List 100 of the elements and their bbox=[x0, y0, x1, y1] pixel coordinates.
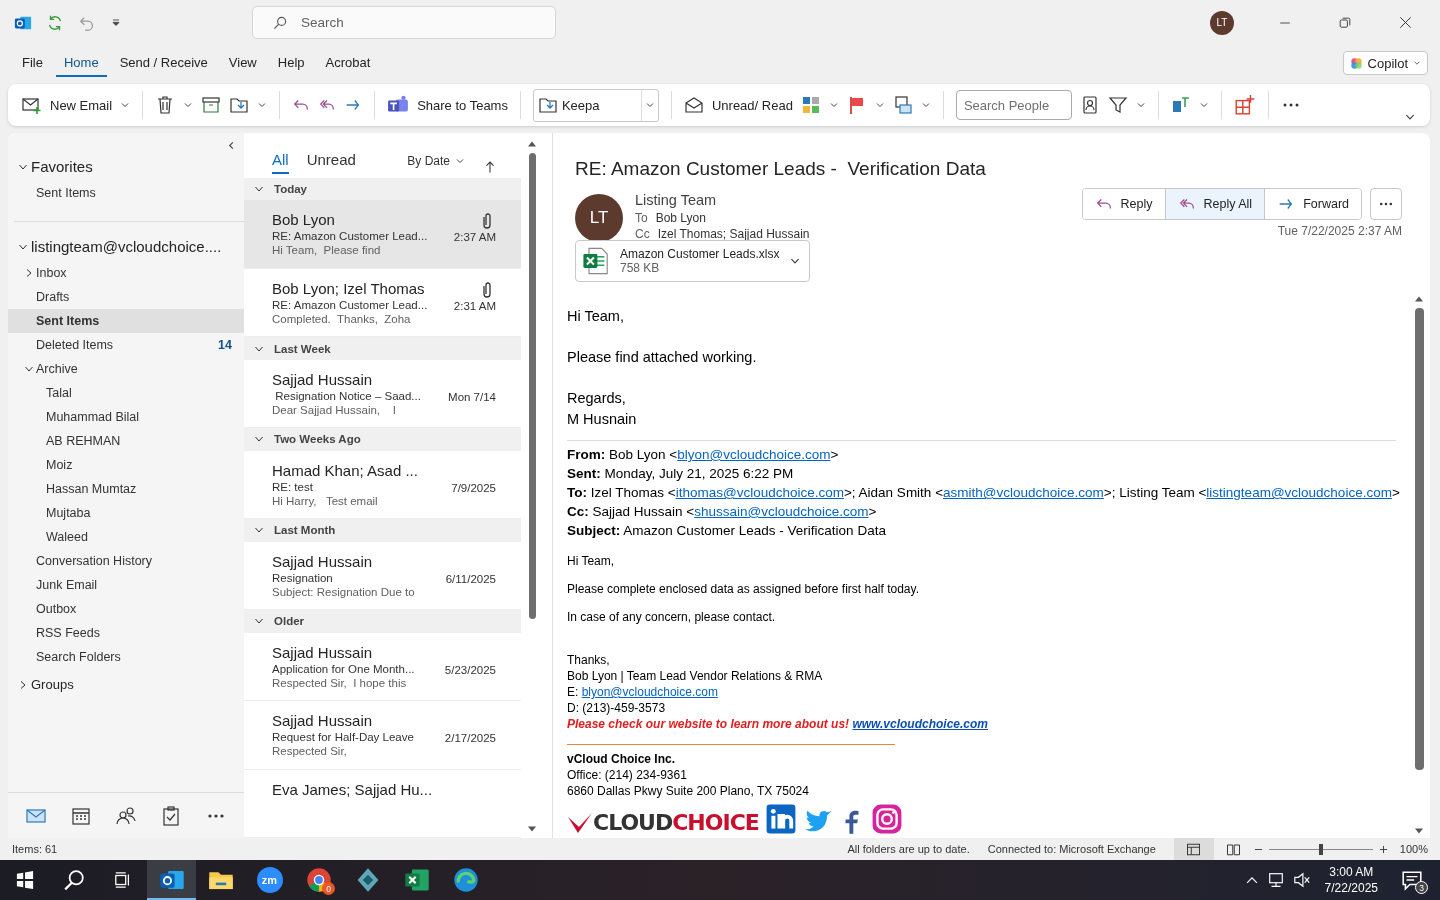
folder-item[interactable]: Search Folders bbox=[8, 645, 244, 669]
zoom-slider-thumb[interactable] bbox=[1318, 843, 1323, 855]
folder-item[interactable]: Deleted Items 14 bbox=[8, 333, 244, 357]
folder-item[interactable]: RSS Feeds bbox=[8, 621, 244, 645]
customize-toolbar-icon[interactable] bbox=[110, 16, 122, 29]
clock-time[interactable]: 3:00 AM bbox=[1324, 864, 1378, 880]
folder-item[interactable]: Waleed bbox=[8, 525, 244, 549]
search-people-field[interactable]: Search People bbox=[955, 90, 1072, 120]
message-item[interactable]: Eva James; Sajjad Hu... bbox=[244, 769, 521, 838]
folder-item[interactable]: Hassan Mumtaz bbox=[8, 477, 244, 501]
unread-read-button[interactable]: Unread/ Read bbox=[683, 95, 793, 115]
message-group-header[interactable]: Last Week bbox=[244, 337, 521, 360]
scroll-up-icon[interactable] bbox=[527, 139, 537, 149]
menu-tab[interactable]: Home bbox=[55, 49, 107, 77]
muted-speaker-icon[interactable] bbox=[1292, 871, 1311, 889]
folder-item[interactable]: Talal bbox=[8, 381, 244, 405]
taskbar-app[interactable]: 0 bbox=[294, 860, 343, 900]
folder-item[interactable]: Sent Items bbox=[8, 181, 244, 205]
message-group-header[interactable]: Two Weeks Ago bbox=[244, 428, 521, 451]
folder-section-header[interactable]: Groups bbox=[8, 669, 244, 698]
message-sender: Bob Lyon bbox=[272, 211, 335, 229]
signature-text: 6860 Dallas Pkwy Suite 200 Plano, TX 75024 bbox=[567, 783, 810, 799]
task-view-icon bbox=[113, 871, 132, 889]
message-group-header[interactable]: Older bbox=[244, 610, 521, 633]
clock-date[interactable]: 7/22/2025 bbox=[1324, 880, 1378, 896]
folder-item[interactable]: Mujtaba bbox=[8, 501, 244, 525]
archive-icon[interactable] bbox=[201, 95, 222, 115]
people-icon[interactable] bbox=[116, 805, 136, 826]
scrollbar-thumb[interactable] bbox=[1414, 308, 1424, 770]
folder-item[interactable]: Sent Items bbox=[8, 309, 244, 333]
reply-button[interactable]: Reply bbox=[1082, 189, 1166, 219]
folder-item[interactable]: Drafts bbox=[8, 285, 244, 309]
user-avatar[interactable]: LT bbox=[1210, 10, 1234, 35]
message-item[interactable]: Bob Lyon RE: Amazon Customer Lead... Hi Team, Please find 2:37 AM bbox=[244, 200, 521, 269]
folder-section-header[interactable]: Favorites bbox=[8, 150, 244, 181]
filter-tab[interactable]: All bbox=[272, 150, 289, 174]
folder-item[interactable]: Inbox bbox=[8, 261, 244, 285]
caret-icon[interactable] bbox=[1413, 59, 1421, 67]
categorize-icon[interactable] bbox=[800, 95, 821, 115]
linkedin-icon[interactable] bbox=[764, 803, 797, 835]
calendar-icon[interactable] bbox=[71, 805, 92, 826]
sort-direction-icon[interactable] bbox=[483, 159, 497, 174]
sort-button[interactable]: By Date bbox=[407, 153, 465, 168]
folder-item[interactable]: Muhammad Bilal bbox=[8, 405, 244, 429]
restore-icon[interactable] bbox=[1339, 16, 1351, 29]
share-to-teams-button[interactable]: Share to Teams bbox=[387, 94, 508, 116]
email-link[interactable]: ithomas@vcloudchoice.com bbox=[675, 485, 844, 500]
taskbar-app[interactable] bbox=[147, 860, 196, 900]
add-apps-icon[interactable] bbox=[1233, 94, 1256, 116]
tasks-icon[interactable] bbox=[160, 805, 181, 826]
email-link[interactable]: asmith@vcloudchoice.com bbox=[943, 485, 1104, 500]
chevron-down-icon[interactable] bbox=[24, 364, 34, 374]
search-field[interactable]: Search bbox=[252, 6, 556, 39]
email-link[interactable]: blyon@vcloudchoice.com bbox=[677, 447, 831, 462]
message-item[interactable]: Sajjad Hussain Request for Half-Day Leave Respected Sir, 2/17/2025 bbox=[244, 701, 521, 770]
quoted-header-line: Sent: Monday, July 21, 2025 6:22 PM bbox=[567, 465, 795, 483]
filter-tab[interactable]: Unread bbox=[306, 150, 356, 174]
folder-item[interactable]: Conversation History bbox=[8, 549, 244, 573]
sync-icon[interactable] bbox=[46, 13, 64, 32]
scroll-down-icon[interactable] bbox=[1414, 826, 1424, 836]
normal-view-button[interactable] bbox=[1173, 838, 1214, 860]
chevron-right-icon[interactable] bbox=[18, 679, 28, 690]
folder-item[interactable]: Archive bbox=[8, 357, 244, 381]
zoom-in-icon[interactable] bbox=[1378, 844, 1388, 854]
network-icon[interactable] bbox=[1266, 871, 1285, 889]
quick-step-dropdown[interactable]: Keepa bbox=[532, 88, 659, 122]
folder-item[interactable]: Outbox bbox=[8, 597, 244, 621]
new-email-button[interactable]: New Email bbox=[22, 95, 113, 115]
camera-icon[interactable] bbox=[870, 803, 903, 835]
email-link[interactable]: blyon@vcloudchoice.com bbox=[581, 685, 718, 699]
menu-tab[interactable]: View bbox=[220, 49, 265, 77]
reply-all-button[interactable]: Reply All bbox=[1165, 189, 1266, 219]
collapse-pane-icon[interactable] bbox=[227, 141, 236, 150]
close-icon[interactable] bbox=[1398, 16, 1412, 29]
menu-tab[interactable]: Acrobat bbox=[317, 49, 379, 77]
email-link[interactable]: listingteam@vcloudchoice.com bbox=[1206, 485, 1392, 500]
menu-tab[interactable]: Help bbox=[269, 49, 313, 77]
folder-item[interactable]: AB REHMAN bbox=[8, 429, 244, 453]
menu-tab[interactable]: File bbox=[14, 49, 51, 77]
filter-icon[interactable] bbox=[1107, 95, 1128, 115]
zoom-percent: 100% bbox=[1399, 843, 1428, 855]
chevron-right-icon[interactable] bbox=[24, 268, 34, 278]
scroll-down-icon[interactable] bbox=[527, 824, 537, 834]
copilot-button[interactable]: Copilot bbox=[1342, 51, 1428, 75]
notifications-icon[interactable] bbox=[1401, 869, 1423, 891]
scrollbar-thumb[interactable] bbox=[528, 153, 536, 619]
attachment-card[interactable]: Amazon Customer Leads.xlsx 758 KB bbox=[575, 240, 811, 282]
folder-item[interactable]: Moiz bbox=[8, 453, 244, 477]
menu-tab[interactable]: Send / Receive bbox=[111, 49, 216, 77]
folder-section-header[interactable]: listingteam@vcloudchoice.... bbox=[8, 230, 244, 261]
message-group-header[interactable]: Today bbox=[244, 177, 521, 201]
move-folder-icon[interactable] bbox=[229, 95, 250, 115]
message-group-header[interactable]: Last Month bbox=[244, 519, 521, 542]
message-preview: Completed. Thanks, Zoha bbox=[272, 312, 411, 325]
rules-icon[interactable] bbox=[892, 95, 913, 115]
email-link[interactable]: shussain@vcloudchoice.com bbox=[694, 504, 869, 519]
message-item[interactable]: Sajjad Hussain Application for One Month... Respected Sir, I hope this 5/23/2025 bbox=[244, 632, 521, 702]
folder-item[interactable]: Junk Email bbox=[8, 573, 244, 597]
scroll-up-icon[interactable] bbox=[1414, 294, 1424, 304]
website-link[interactable]: www.vcloudchoice.com bbox=[852, 717, 988, 731]
